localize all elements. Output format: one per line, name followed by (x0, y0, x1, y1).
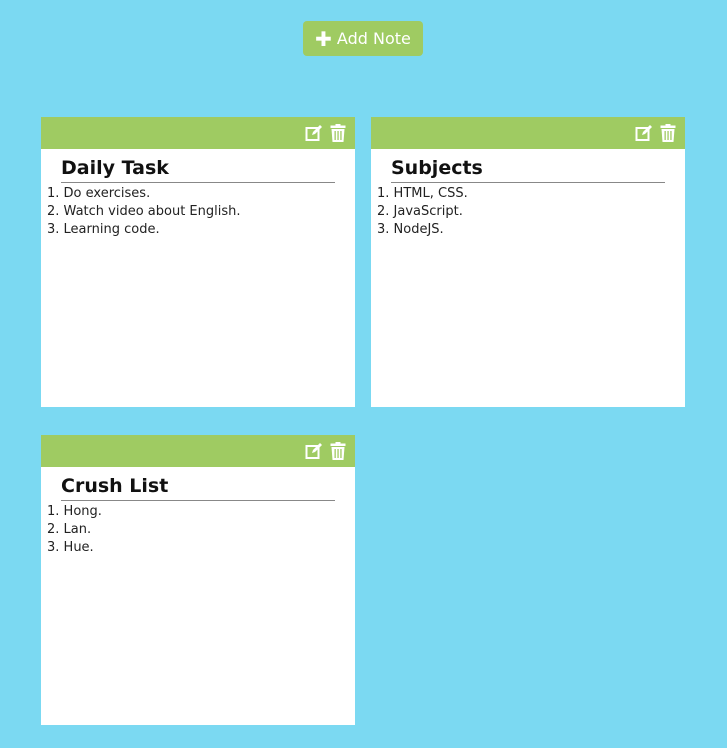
list-item: Hue. (61, 539, 355, 557)
list-item: Do exercises. (61, 185, 355, 203)
list-item: Learning code. (61, 221, 355, 239)
list-item: Hong. (61, 503, 355, 521)
list-item: NodeJS. (391, 221, 685, 239)
note-list: Hong. Lan. Hue. (41, 503, 355, 557)
plus-icon: ✚ (315, 26, 332, 51)
edit-icon[interactable] (635, 124, 653, 142)
trash-icon[interactable] (329, 124, 347, 142)
list-item: Watch video about English. (61, 203, 355, 221)
note-list: Do exercises. Watch video about English.… (41, 185, 355, 239)
list-item: JavaScript. (391, 203, 685, 221)
add-note-label: Add Note (336, 29, 411, 48)
list-item: Lan. (61, 521, 355, 539)
trash-icon[interactable] (329, 442, 347, 460)
note-header (371, 117, 685, 149)
note-header (41, 435, 355, 467)
edit-icon[interactable] (305, 442, 323, 460)
note-card: Daily Task Do exercises. Watch video abo… (41, 117, 355, 407)
note-card: Subjects HTML, CSS. JavaScript. NodeJS. (371, 117, 685, 407)
note-header (41, 117, 355, 149)
note-card: Crush List Hong. Lan. Hue. (41, 435, 355, 725)
edit-icon[interactable] (305, 124, 323, 142)
list-item: HTML, CSS. (391, 185, 685, 203)
note-list: HTML, CSS. JavaScript. NodeJS. (371, 185, 685, 239)
note-title: Subjects (391, 157, 665, 183)
note-title: Crush List (61, 475, 335, 501)
add-note-button[interactable]: ✚ Add Note (303, 21, 423, 56)
trash-icon[interactable] (659, 124, 677, 142)
note-title: Daily Task (61, 157, 335, 183)
